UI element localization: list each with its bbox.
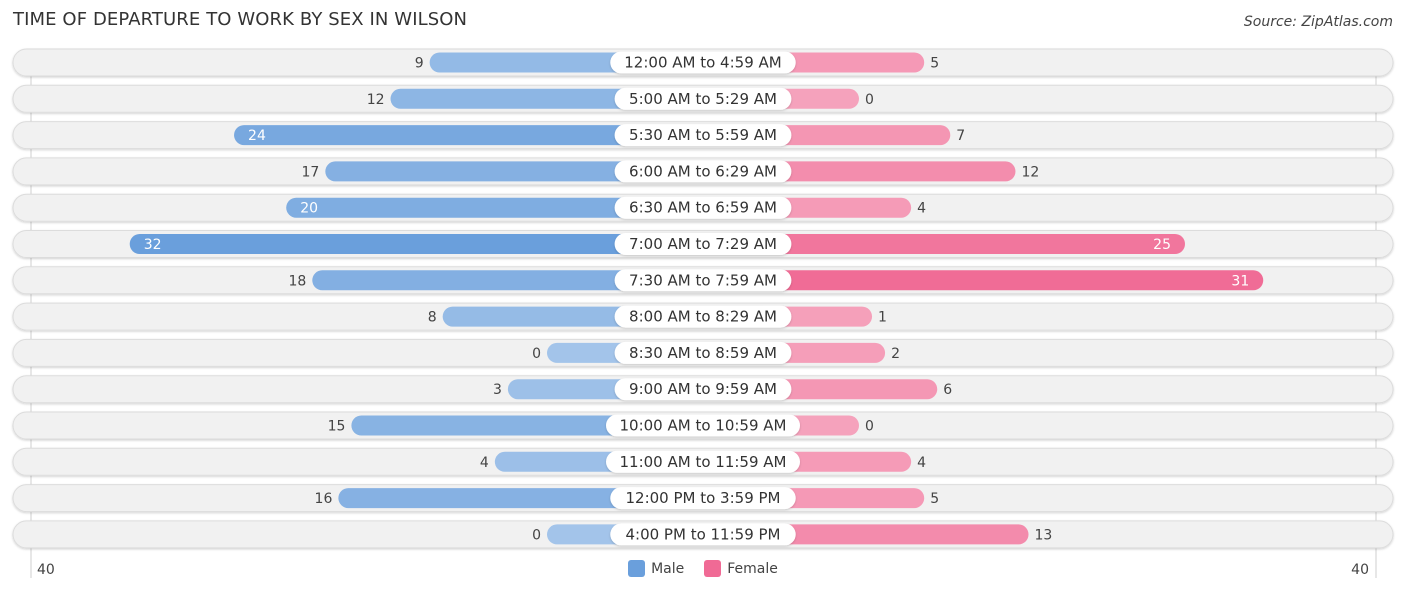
value-label-male: 16 — [315, 491, 333, 507]
value-label-male: 32 — [144, 237, 162, 253]
value-label-female: 1 — [878, 310, 887, 326]
chart-row: 12 0 5:00 AM to 5:29 AM — [12, 84, 1394, 113]
chart-row: 17 12 6:00 AM to 6:29 AM — [12, 157, 1394, 186]
legend-item-male[interactable]: Male — [628, 560, 684, 577]
category-label: 5:30 AM to 5:59 AM — [629, 126, 777, 144]
value-label-female: 13 — [1035, 527, 1053, 543]
legend-swatch-male — [628, 560, 646, 577]
value-label-male: 15 — [328, 419, 346, 435]
value-label-female: 0 — [865, 419, 874, 435]
value-label-male: 24 — [248, 128, 266, 144]
value-label-male: 0 — [532, 527, 541, 543]
legend-item-female[interactable]: Female — [704, 560, 778, 577]
category-label: 10:00 AM to 10:59 AM — [620, 417, 787, 435]
value-label-male: 8 — [428, 310, 437, 326]
category-label: 8:00 AM to 8:29 AM — [629, 308, 777, 326]
category-label: 7:00 AM to 7:29 AM — [629, 235, 777, 253]
value-label-male: 0 — [532, 346, 541, 362]
category-label: 9:00 AM to 9:59 AM — [629, 380, 777, 398]
category-label: 8:30 AM to 8:59 AM — [629, 344, 777, 362]
chart-row: 32 25 7:00 AM to 7:29 AM — [12, 230, 1394, 258]
category-label: 5:00 AM to 5:29 AM — [629, 90, 777, 108]
category-label: 6:00 AM to 6:29 AM — [629, 162, 777, 180]
category-label: 4:00 PM to 11:59 PM — [625, 525, 780, 543]
value-label-female: 4 — [917, 201, 926, 217]
value-label-female: 5 — [930, 491, 939, 507]
chart-area: 9 512:00 AM to 4:59 AM12 05:00 AM to 5:29 … — [12, 48, 1394, 578]
category-label: 11:00 AM to 11:59 AM — [620, 453, 787, 471]
chart-row: 0 2 8:30 AM to 8:59 AM — [12, 338, 1394, 367]
value-label-female: 7 — [956, 128, 965, 144]
chart-row: 24 7 5:30 AM to 5:59 AM — [12, 121, 1394, 150]
value-label-male: 9 — [415, 56, 424, 72]
chart-row: 4 4 11:00 AM to 11:59 AM — [12, 447, 1394, 476]
category-label: 12:00 PM to 3:59 PM — [625, 489, 780, 507]
chart-row: 15 0 10:00 AM to 10:59 AM — [12, 411, 1394, 440]
legend-label-male: Male — [651, 560, 685, 577]
value-label-female: 2 — [891, 346, 900, 362]
value-label-male: 20 — [300, 201, 318, 217]
legend-swatch-female — [704, 560, 722, 577]
chart-row: 8 1 8:00 AM to 8:29 AM — [12, 302, 1394, 331]
chart-row: 3 6 9:00 AM to 9:59 AM — [12, 375, 1394, 404]
category-label: 12:00 AM to 4:59 AM — [624, 54, 781, 72]
value-label-male: 12 — [367, 92, 385, 108]
category-label: 7:30 AM to 7:59 AM — [629, 271, 777, 289]
legend-label-female: Female — [727, 560, 778, 577]
value-label-female: 4 — [917, 455, 926, 471]
value-label-female: 6 — [943, 382, 952, 398]
value-label-male: 3 — [493, 382, 502, 398]
legend: Male Female — [0, 560, 1406, 577]
chart-row: 0 13 4:00 PM to 11:59 PM — [12, 520, 1394, 549]
value-label-female: 5 — [930, 56, 939, 72]
value-label-male: 18 — [288, 273, 306, 289]
chart-row: 16 5 12:00 PM to 3:59 PM — [12, 484, 1394, 513]
value-label-male: 17 — [301, 164, 319, 180]
value-label-male: 4 — [480, 455, 489, 471]
value-label-female: 0 — [865, 92, 874, 108]
value-label-female: 31 — [1231, 273, 1249, 289]
chart-row: 9 5 12:00 AM to 4:59 AM — [12, 48, 1394, 77]
chart-row: 20 4 6:30 AM to 6:59 AM — [12, 193, 1394, 222]
chart-row: 18 31 7:30 AM to 7:59 AM — [12, 266, 1394, 295]
value-label-female: 25 — [1153, 237, 1171, 253]
value-label-female: 12 — [1021, 164, 1039, 180]
category-label: 6:30 AM to 6:59 AM — [629, 199, 777, 217]
